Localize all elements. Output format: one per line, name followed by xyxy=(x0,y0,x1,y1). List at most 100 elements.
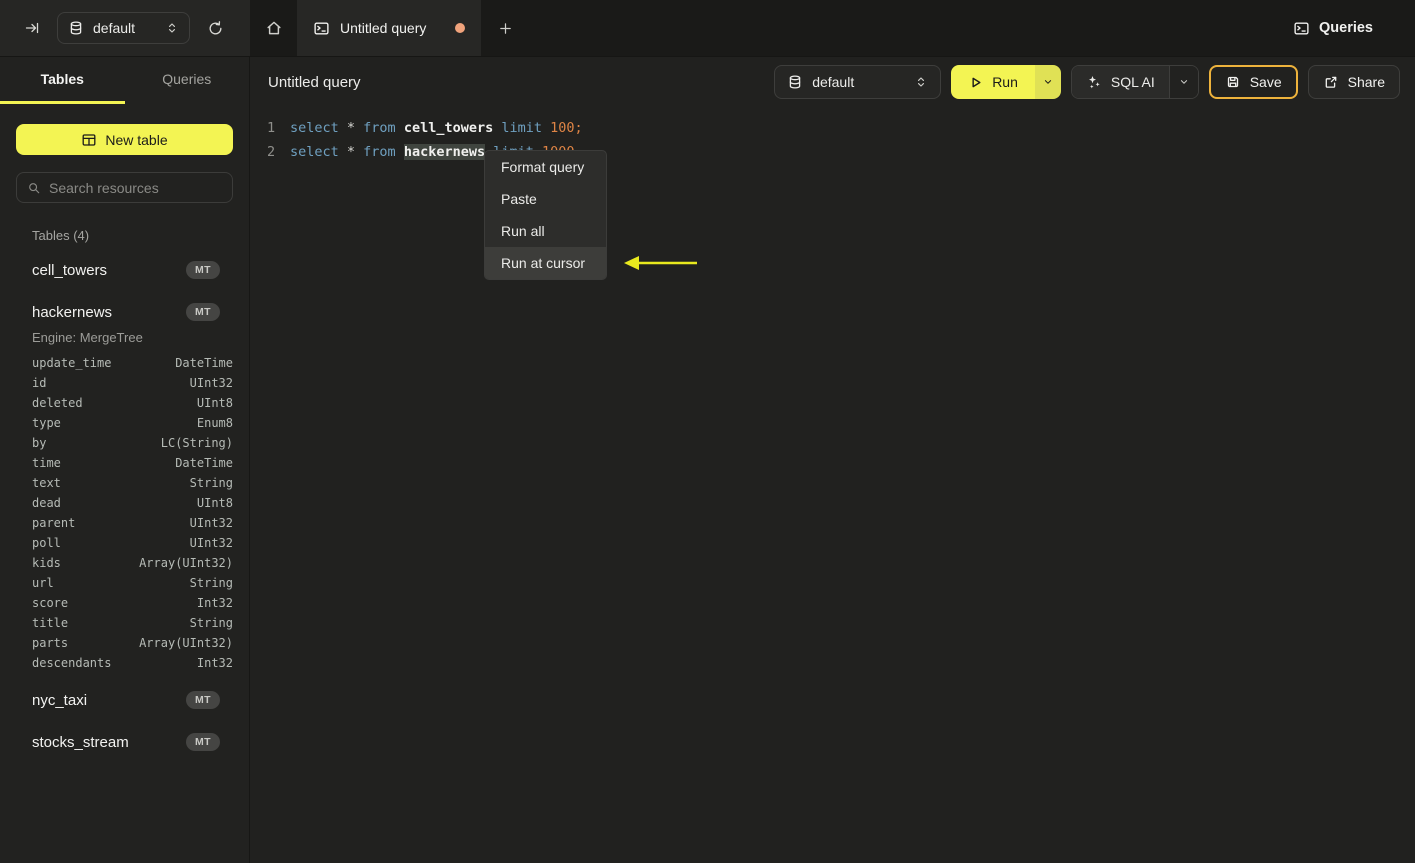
new-tab-button[interactable] xyxy=(481,0,529,56)
new-table-button[interactable]: New table xyxy=(16,124,233,155)
database-selector-value: default xyxy=(812,74,855,90)
share-button-label: Share xyxy=(1347,74,1385,90)
column-name: by xyxy=(32,436,47,450)
search-icon xyxy=(27,181,41,195)
queries-icon xyxy=(1293,20,1310,37)
column-type: UInt8 xyxy=(196,496,233,510)
search-box xyxy=(16,172,233,203)
column-row-text: text String xyxy=(16,473,233,493)
top-bar: default Untitled query Queries xyxy=(0,0,1415,57)
table-row-hackernews[interactable]: hackernews MT xyxy=(16,297,233,327)
editor-header: Untitled query default Run SQL AI Save S… xyxy=(250,57,1415,107)
sql-ai-label: SQL AI xyxy=(1110,74,1155,90)
column-name: descendants xyxy=(32,656,112,670)
context-menu: Format query Paste Run all Run at cursor xyxy=(484,150,607,280)
column-name: score xyxy=(32,596,69,610)
column-row-parent: parent UInt32 xyxy=(16,513,233,533)
play-icon xyxy=(968,75,983,90)
column-name: id xyxy=(32,376,47,390)
run-button-label: Run xyxy=(992,74,1018,90)
query-tab-icon xyxy=(313,20,330,37)
query-title: Untitled query xyxy=(268,73,361,91)
column-row-score: score Int32 xyxy=(16,593,233,613)
tab-bar-spacer xyxy=(529,0,1289,56)
column-name: time xyxy=(32,456,61,470)
database-selector-header[interactable]: default xyxy=(774,65,942,99)
sparkles-icon xyxy=(1086,74,1102,90)
tables-section-label: Tables (4) xyxy=(32,228,90,243)
collapse-sidebar-icon[interactable] xyxy=(24,20,40,36)
line-number: 1 xyxy=(267,120,276,136)
refresh-icon[interactable] xyxy=(207,20,224,37)
column-type: Int32 xyxy=(196,596,233,610)
engine-badge: MT xyxy=(186,732,220,752)
column-type: String xyxy=(189,616,233,630)
column-row-descendants: descendants Int32 xyxy=(16,653,233,673)
top-bar-left: default xyxy=(0,0,250,56)
save-button[interactable]: Save xyxy=(1208,65,1298,99)
engine-badge: MT xyxy=(186,302,220,322)
column-type: String xyxy=(189,476,233,490)
column-row-url: url String xyxy=(16,573,233,593)
query-tab-label: Untitled query xyxy=(340,20,427,36)
engine-label: Engine: MergeTree xyxy=(32,330,143,345)
table-row-nyc_taxi[interactable]: nyc_taxi MT xyxy=(16,685,233,715)
column-row-time: time DateTime xyxy=(16,453,233,473)
table-grid-icon xyxy=(81,132,97,148)
column-row-poll: poll UInt32 xyxy=(16,533,233,553)
run-button[interactable]: Run xyxy=(951,65,1061,99)
code-token: hackernews xyxy=(403,144,486,160)
query-tab[interactable]: Untitled query xyxy=(297,0,481,56)
save-icon xyxy=(1225,74,1241,90)
column-row-update_time: update_time DateTime xyxy=(16,353,233,373)
code-token: 100; xyxy=(550,120,583,136)
code-text: select * from cell_towers limit 100; xyxy=(290,120,583,136)
sql-ai-button[interactable]: SQL AI xyxy=(1070,65,1199,99)
menu-item-paste[interactable]: Paste xyxy=(485,183,606,215)
annotation-arrow xyxy=(624,256,697,270)
table-name: nyc_taxi xyxy=(32,691,88,709)
database-selector-topbar[interactable]: default xyxy=(57,12,190,44)
menu-item-run-at-cursor[interactable]: Run at cursor xyxy=(485,247,606,279)
save-button-label: Save xyxy=(1249,74,1282,90)
column-row-deleted: deleted UInt8 xyxy=(16,393,233,413)
unsaved-dot-indicator xyxy=(455,23,465,33)
table-row-cell_towers[interactable]: cell_towers MT xyxy=(16,255,233,285)
new-table-label: New table xyxy=(105,131,168,148)
column-type: String xyxy=(189,576,233,590)
column-name: type xyxy=(32,416,61,430)
column-type: DateTime xyxy=(175,456,233,470)
column-name: title xyxy=(32,616,69,630)
search-input[interactable] xyxy=(49,179,222,196)
sql-ai-dropdown-caret[interactable] xyxy=(1168,66,1198,98)
queries-button-label: Queries xyxy=(1319,20,1373,36)
code-token: * xyxy=(338,120,364,136)
column-type: Enum8 xyxy=(196,416,233,430)
column-type: Array(UInt32) xyxy=(139,636,233,650)
sidebar-tab-tables[interactable]: Tables xyxy=(0,57,125,104)
menu-item-run-all[interactable]: Run all xyxy=(485,215,606,247)
run-dropdown-caret[interactable] xyxy=(1034,65,1061,99)
menu-item-format-query[interactable]: Format query xyxy=(485,151,606,183)
column-name: poll xyxy=(32,536,61,550)
column-name: url xyxy=(32,576,54,590)
share-button[interactable]: Share xyxy=(1307,65,1400,99)
database-selector-value: default xyxy=(93,20,136,36)
home-button[interactable] xyxy=(250,0,297,56)
column-name: update_time xyxy=(32,356,112,370)
column-type: DateTime xyxy=(175,356,233,370)
column-list: update_time DateTime id UInt32 deleted UInt8 t… xyxy=(16,353,233,673)
column-type: Array(UInt32) xyxy=(139,556,233,570)
code-token: select xyxy=(290,144,339,160)
database-icon xyxy=(787,74,803,90)
queries-button[interactable]: Queries xyxy=(1289,11,1377,45)
updown-chevron-icon xyxy=(165,21,179,35)
engine-badge: MT xyxy=(186,690,220,710)
sql-editor[interactable]: 1 select * from cell_towers limit 100; 2 se… xyxy=(250,116,1415,164)
column-name: kids xyxy=(32,556,61,570)
table-row-stocks_stream[interactable]: stocks_stream MT xyxy=(16,727,233,757)
column-row-type: type Enum8 xyxy=(16,413,233,433)
sidebar-tab-queries[interactable]: Queries xyxy=(125,57,250,104)
